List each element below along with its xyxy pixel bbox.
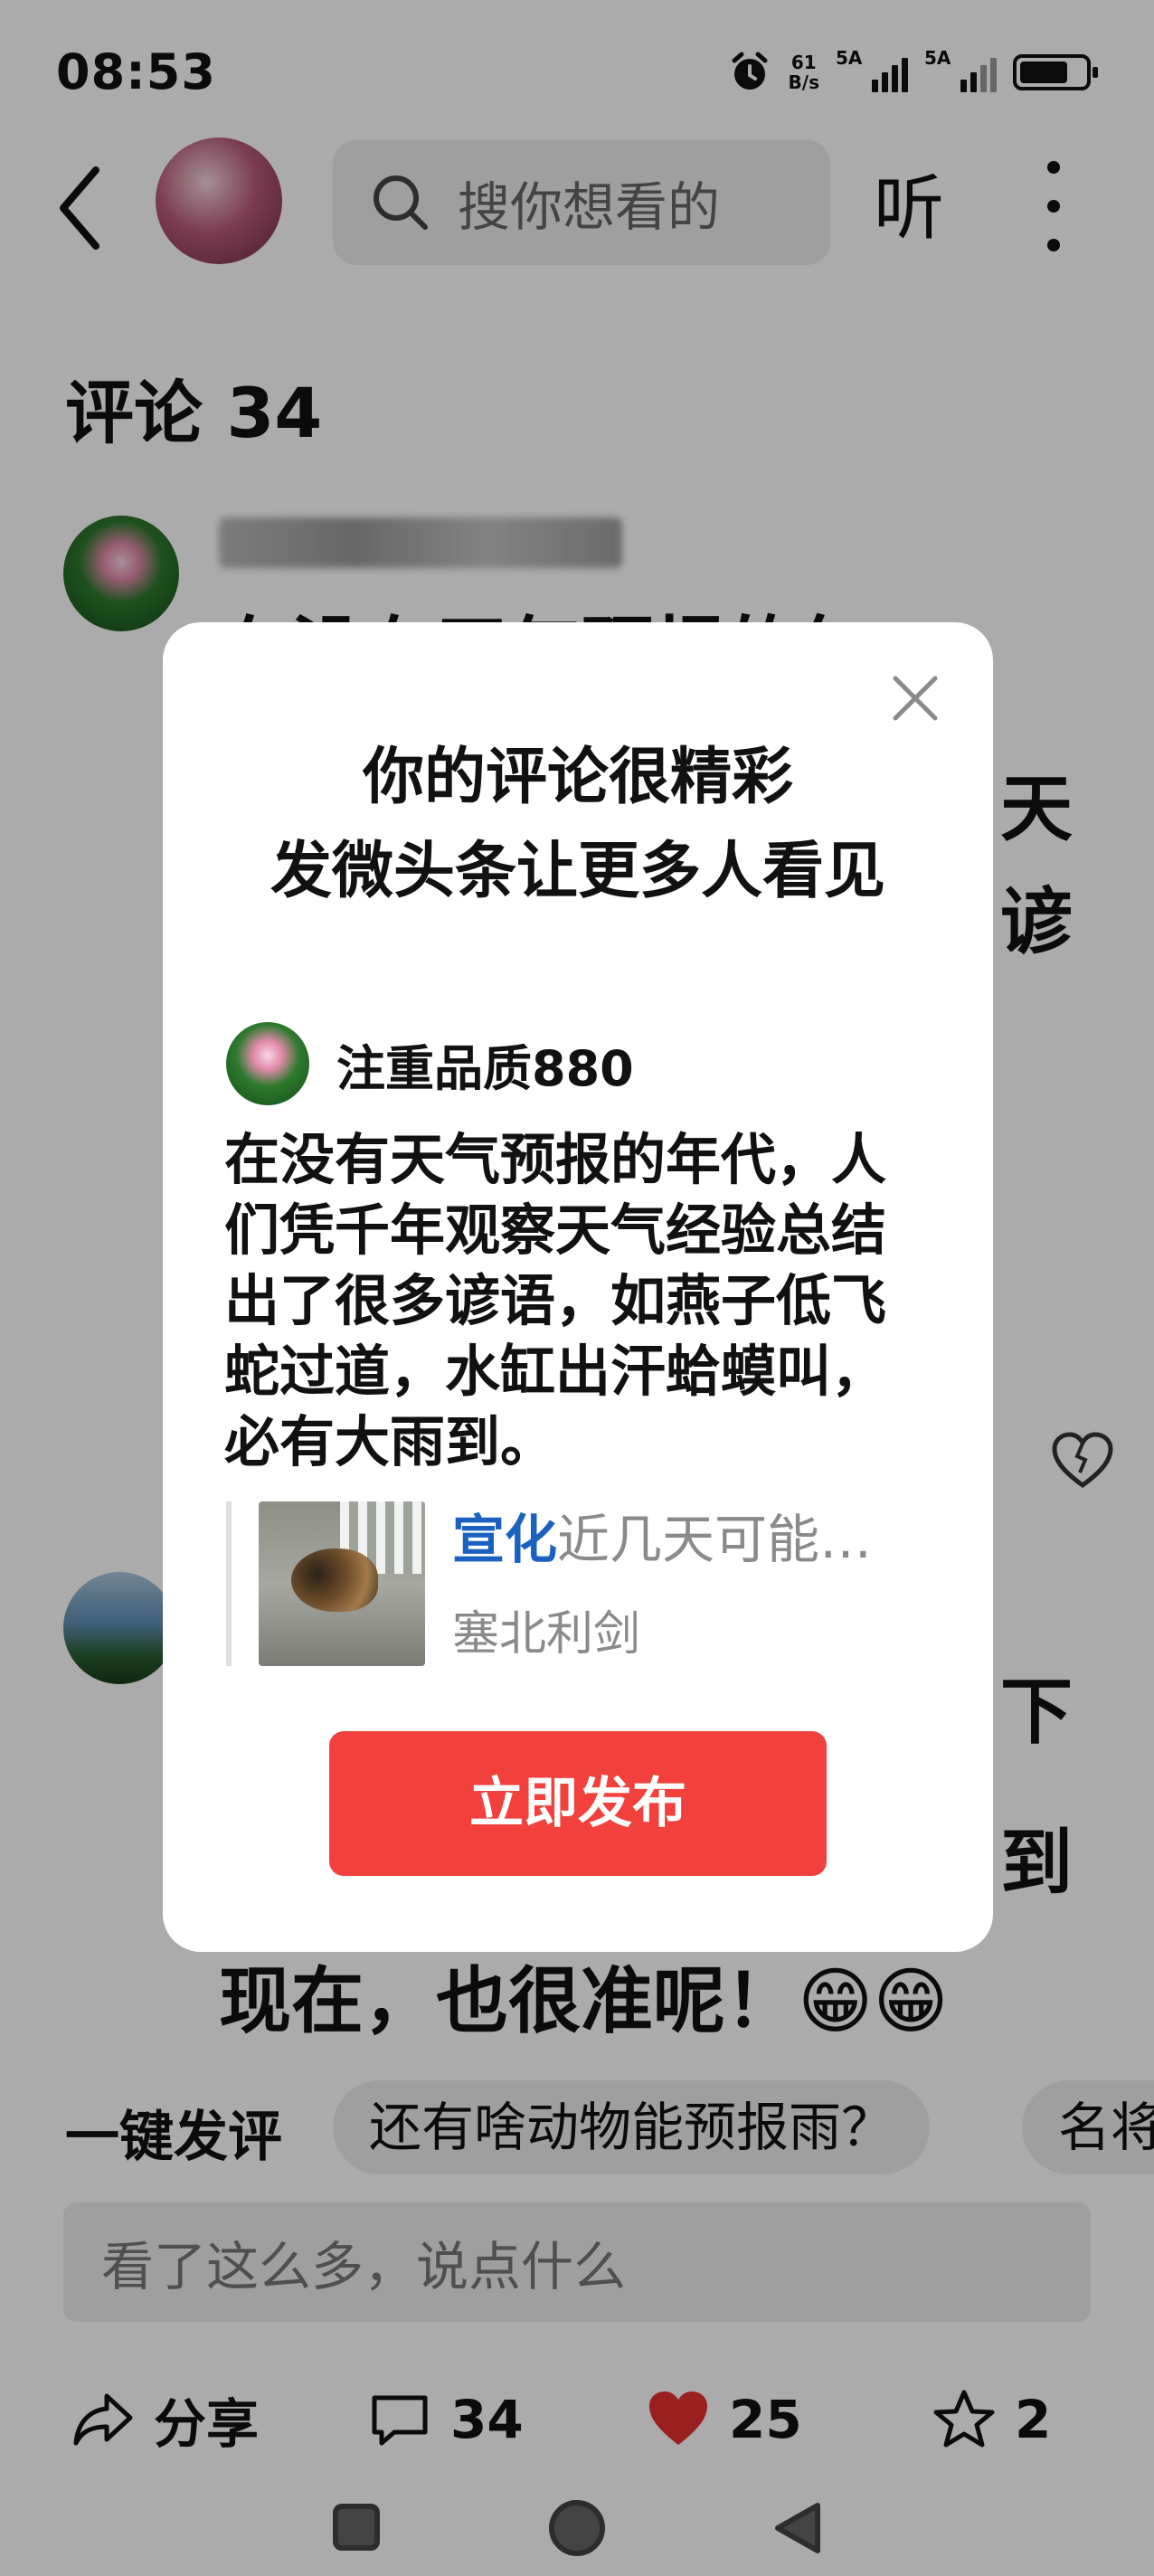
quoted-article-thumbnail xyxy=(259,1501,425,1666)
close-icon[interactable] xyxy=(888,671,942,725)
quoted-article-author: 塞北利剑 xyxy=(452,1607,641,1662)
dialog-user-avatar xyxy=(226,1022,309,1105)
quoted-article-title: 宣化近几天可能… xyxy=(452,1501,941,1577)
dialog-title-line1: 你的评论很精彩 xyxy=(362,742,793,813)
publish-button[interactable]: 立即发布 xyxy=(329,1731,827,1876)
share-to-post-dialog: 你的评论很精彩 发微头条让更多人看见 注重品质880 在没有天气预报的年代，人们… xyxy=(163,622,993,1952)
dialog-title: 你的评论很精彩 发微头条让更多人看见 xyxy=(163,731,993,919)
dialog-title-line2: 发微头条让更多人看见 xyxy=(270,836,885,907)
quoted-article: 宣化近几天可能… 塞北利剑 xyxy=(226,1501,932,1666)
dialog-user-name: 注重品质880 xyxy=(336,1039,634,1097)
quoted-title-rest: 近几天可能… xyxy=(557,1509,873,1570)
quoted-title-highlight: 宣化 xyxy=(452,1509,558,1570)
article-comment-screen: 08:53 61 B/s 5A 5A 搜你想看的 听 评论 34 天 谚 下 到… xyxy=(0,0,1154,2576)
dialog-user: 注重品质880 xyxy=(226,1022,634,1105)
dialog-comment-text: 在没有天气预报的年代，人们凭千年观察天气经验总结出了很多谚语，如燕子低飞蛇过道，… xyxy=(224,1128,887,1474)
